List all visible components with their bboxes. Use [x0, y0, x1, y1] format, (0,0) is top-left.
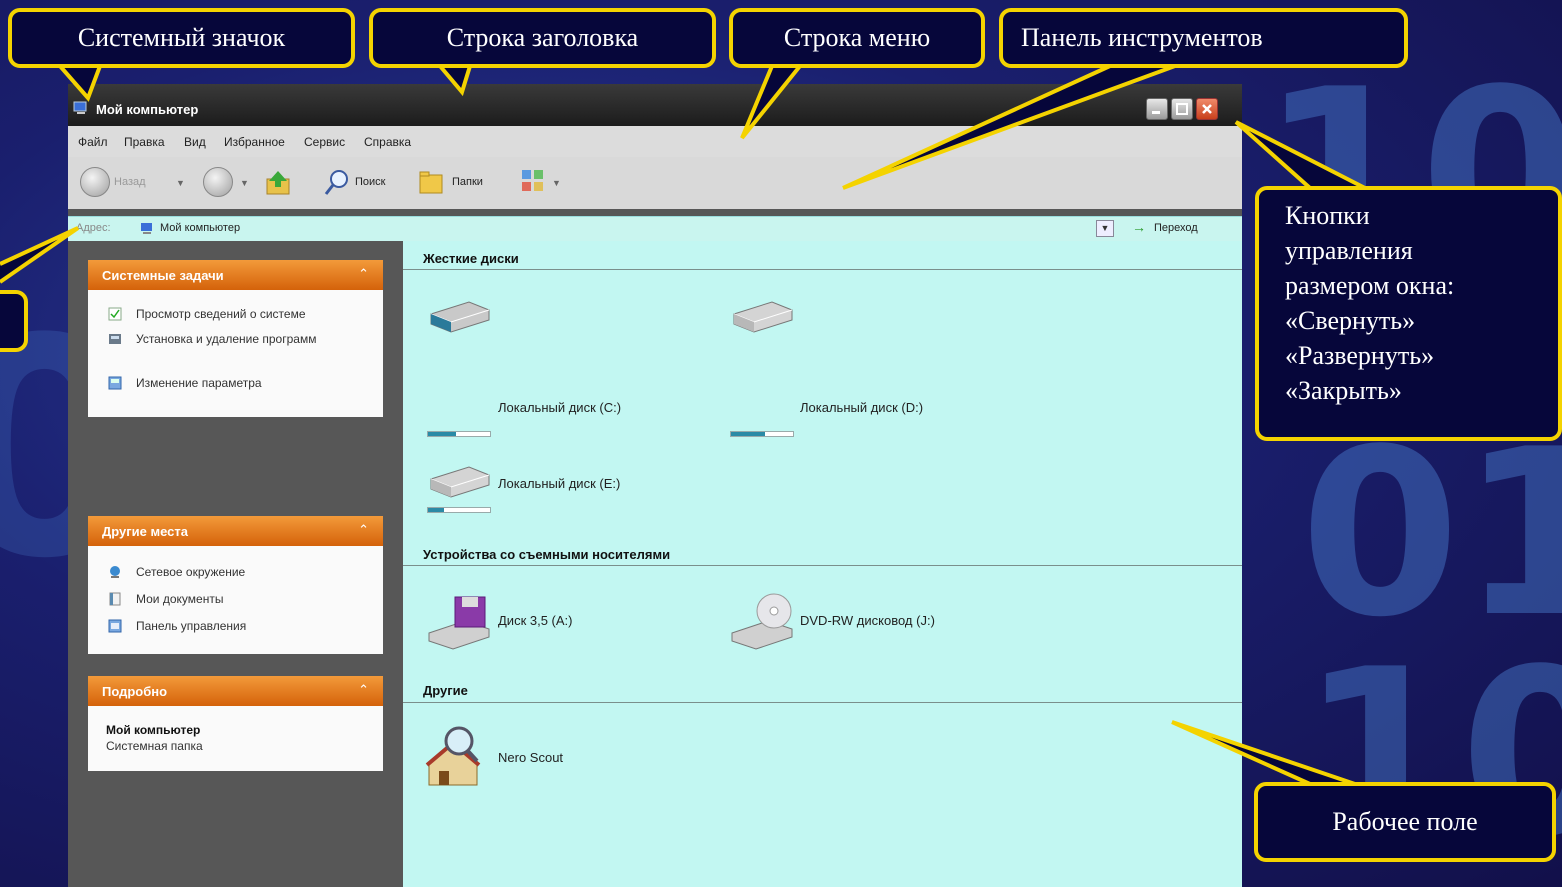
callout-window-buttons: Кнопки управления размером окна: «Сверну… [1255, 186, 1562, 441]
callout-line: Кнопки [1285, 201, 1370, 230]
callout-line: управления [1285, 236, 1413, 265]
callout-line: размером окна: [1285, 271, 1455, 300]
callout-text-block: Кнопки управления размером окна: «Сверну… [1285, 198, 1545, 408]
callout-system-icon: Системный значок [8, 8, 355, 68]
callout-text: Строка заголовка [446, 23, 639, 52]
callout-text: Панель инструментов [1021, 23, 1263, 52]
callout-text: Рабочее поле [1332, 807, 1478, 836]
callout-address-bar [0, 290, 28, 352]
callout-pointers [0, 64, 1366, 786]
callout-line: «Развернуть» [1285, 341, 1435, 370]
callout-workspace: Рабочее поле [1254, 782, 1556, 862]
callout-line: «Закрыть» [1285, 376, 1402, 405]
callout-text: Системный значок [77, 23, 286, 52]
callout-line: «Свернуть» [1285, 306, 1416, 335]
callout-menu-bar: Строка меню [729, 8, 985, 68]
callout-text: Строка меню [783, 23, 931, 52]
callout-toolbar: Панель инструментов [999, 8, 1408, 68]
callout-title-bar: Строка заголовка [369, 8, 716, 68]
